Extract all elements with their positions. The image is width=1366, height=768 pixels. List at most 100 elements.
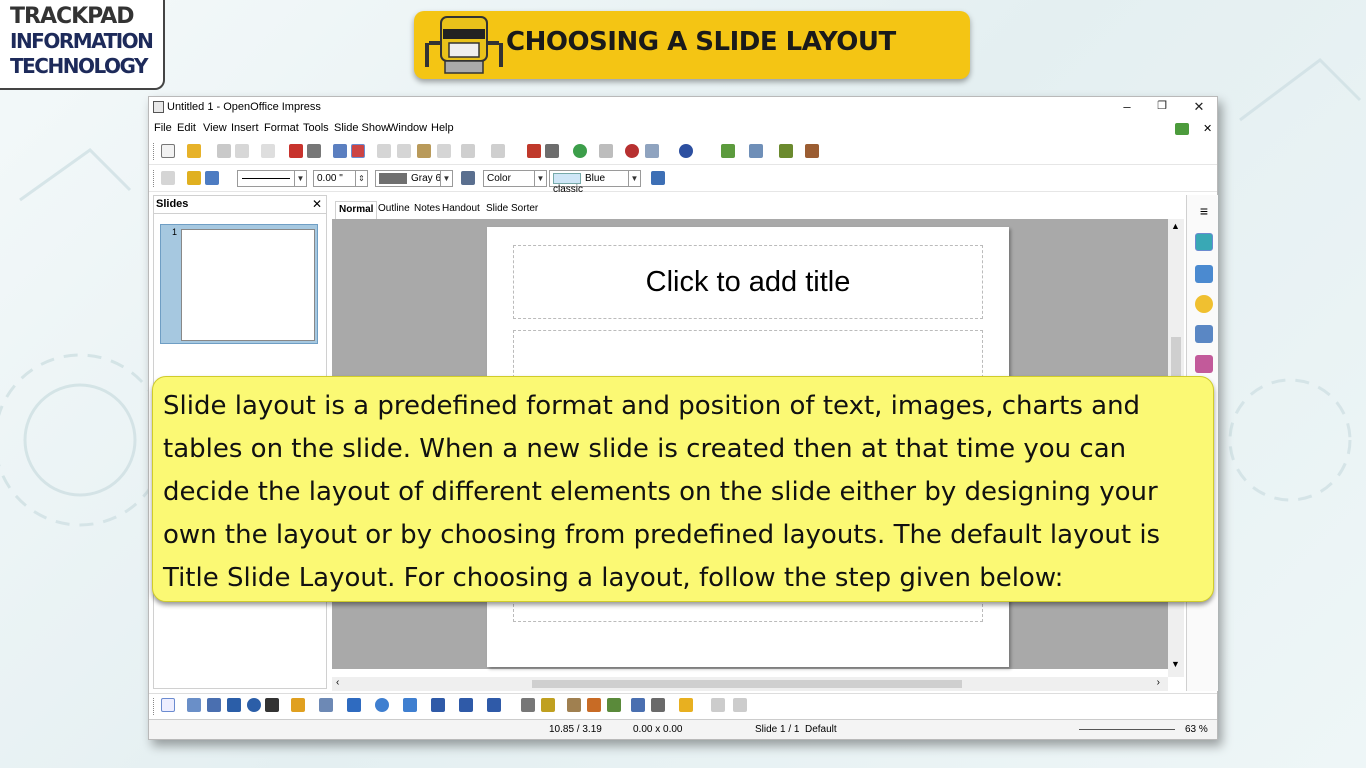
table-icon[interactable] [545,144,559,158]
slide-show-icon[interactable] [805,144,819,158]
navigator-icon[interactable] [625,144,639,158]
clone-formatting-icon[interactable] [437,144,451,158]
minimize-button[interactable]: – [1117,99,1137,114]
help-icon[interactable] [679,144,693,158]
ellipse-icon[interactable] [247,698,261,712]
copy-icon[interactable] [397,144,411,158]
flowchart-icon[interactable] [431,698,445,712]
line-tool-icon[interactable] [187,698,201,712]
menu-help[interactable]: Help [431,122,454,134]
text-icon[interactable] [265,698,279,712]
toolbar-grip[interactable] [153,698,155,715]
menu-view[interactable]: View [203,122,227,134]
shadow-icon[interactable] [651,171,665,185]
slide-icon[interactable] [721,144,735,158]
tab-outline[interactable]: Outline [375,201,413,219]
area-icon[interactable] [461,171,475,185]
email-icon[interactable] [235,144,249,158]
undo-icon[interactable] [461,144,475,158]
callouts-icon[interactable] [459,698,473,712]
chevron-down-icon[interactable]: ▼ [534,171,546,186]
chevron-down-icon[interactable]: ▼ [628,171,640,186]
master-slides-icon[interactable] [1195,265,1213,283]
properties-icon[interactable] [1195,233,1213,251]
line-color-select[interactable]: Gray 6 ▼ [375,170,453,187]
glue-points-icon[interactable] [541,698,555,712]
close-icon[interactable]: ✕ [312,197,322,211]
scroll-up-icon[interactable]: ▲ [1171,221,1180,231]
chevron-down-icon[interactable]: ▼ [440,171,452,186]
rectangle-icon[interactable] [227,698,241,712]
hyperlink-icon[interactable] [573,144,587,158]
zoom-icon[interactable] [645,144,659,158]
paste-icon[interactable] [417,144,431,158]
horizontal-scrollbar[interactable]: ‹ › [332,677,1168,691]
fontwork-icon[interactable] [567,698,581,712]
menu-slide-show[interactable]: Slide Show [334,122,389,134]
stars-icon[interactable] [487,698,501,712]
styles-icon[interactable] [161,171,175,185]
line-style-select[interactable]: ▼ [237,170,307,187]
new-icon[interactable] [161,144,175,158]
select-icon[interactable] [161,698,175,712]
layout-icon[interactable] [779,144,793,158]
gallery-icon[interactable] [1195,355,1213,373]
spelling-icon[interactable] [333,144,347,158]
symbol-shapes-icon[interactable] [375,698,389,712]
scroll-left-icon[interactable]: ‹ [336,677,339,688]
close-document-button[interactable]: ✕ [1203,122,1212,135]
gallery-tool-icon[interactable] [607,698,621,712]
toggle-extrusion-icon[interactable] [733,698,747,712]
save-icon[interactable] [217,144,231,158]
custom-animation-icon[interactable] [1195,295,1213,313]
menu-insert[interactable]: Insert [231,122,259,134]
sidebar-menu-icon[interactable]: ≡ [1195,203,1213,221]
edit-file-icon[interactable] [261,144,275,158]
menu-edit[interactable]: Edit [177,122,196,134]
toolbar-grip[interactable] [153,170,155,187]
area-color-select[interactable]: Blue classic ▼ [549,170,641,195]
print-icon[interactable] [307,144,321,158]
tab-handout[interactable]: Handout [439,201,483,219]
extrusion-icon[interactable] [711,698,725,712]
zoom-level[interactable]: 63 % [1185,724,1208,735]
points-icon[interactable] [521,698,535,712]
slide-thumbnail[interactable]: 1 [160,224,318,344]
line-width-field[interactable]: 0.00 " ⇕ [313,170,368,187]
arrow-tool-icon[interactable] [207,698,221,712]
line-icon[interactable] [187,171,201,185]
arrow-style-icon[interactable] [205,171,219,185]
slide-transition-icon[interactable] [1195,325,1213,343]
menu-window[interactable]: Window [388,122,427,134]
tab-normal[interactable]: Normal [335,201,378,219]
tab-slide-sorter[interactable]: Slide Sorter [483,201,541,219]
slide-design-icon[interactable] [749,144,763,158]
arrange-icon[interactable] [679,698,693,712]
maximize-button[interactable]: ❐ [1152,99,1172,112]
export-pdf-icon[interactable] [289,144,303,158]
title-placeholder[interactable]: Click to add title [513,245,983,319]
block-arrows-icon[interactable] [403,698,417,712]
spin-icon[interactable]: ⇕ [355,171,367,186]
chart-icon[interactable] [527,144,541,158]
scroll-thumb[interactable] [532,680,962,688]
close-button[interactable]: ✕ [1189,99,1209,115]
curve-icon[interactable] [291,698,305,712]
grid-icon[interactable] [599,144,613,158]
from-file-icon[interactable] [587,698,601,712]
cut-icon[interactable] [377,144,391,158]
open-icon[interactable] [187,144,201,158]
zoom-slider[interactable] [1079,729,1175,730]
alignment-icon[interactable] [651,698,665,712]
redo-icon[interactable] [491,144,505,158]
basic-shapes-icon[interactable] [347,698,361,712]
menu-format[interactable]: Format [264,122,299,134]
menu-file[interactable]: File [154,122,172,134]
autospell-icon[interactable] [351,144,365,158]
scroll-down-icon[interactable]: ▼ [1171,659,1180,669]
toolbar-grip[interactable] [153,143,155,160]
scroll-right-icon[interactable]: › [1157,677,1160,688]
connector-icon[interactable] [319,698,333,712]
area-style-select[interactable]: Color ▼ [483,170,547,187]
rotate-icon[interactable] [631,698,645,712]
